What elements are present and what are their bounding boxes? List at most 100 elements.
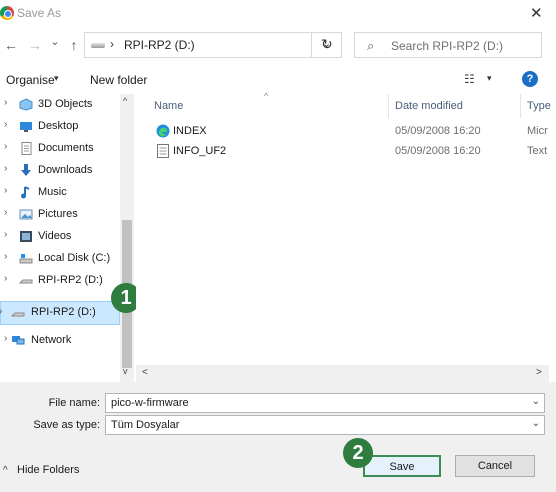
nav-item-label: Pictures bbox=[38, 208, 78, 220]
edge-browser-icon bbox=[156, 124, 170, 138]
file-name-field[interactable]: pico-w-firmware ⌄ bbox=[105, 393, 545, 413]
view-options-icon[interactable]: ☷ bbox=[464, 72, 475, 86]
search-input[interactable]: ⌕ Search RPI-RP2 (D:) bbox=[354, 32, 542, 58]
column-header-type[interactable]: Type bbox=[527, 100, 551, 112]
drive-icon bbox=[91, 43, 105, 48]
file-name-label: File name: bbox=[48, 397, 100, 409]
save-options-panel: File name: pico-w-firmware ⌄ Save as typ… bbox=[0, 382, 556, 492]
cancel-button[interactable]: Cancel bbox=[455, 455, 535, 477]
nav-scrollbar[interactable]: ^ v bbox=[120, 94, 134, 382]
videos-icon bbox=[19, 230, 33, 243]
download-icon bbox=[19, 164, 33, 177]
hide-folders-caret-icon[interactable]: ^ bbox=[3, 465, 8, 476]
chevron-right-icon[interactable]: › bbox=[4, 333, 7, 344]
drive-icon bbox=[10, 307, 25, 320]
file-name-value[interactable]: pico-w-firmware bbox=[111, 397, 189, 409]
hide-folders-button[interactable]: Hide Folders bbox=[17, 464, 79, 476]
dropdown-chevron-icon[interactable]: ⌄ bbox=[532, 396, 540, 407]
save-button[interactable]: Save bbox=[363, 455, 441, 477]
sort-ascending-icon: ^ bbox=[264, 91, 269, 101]
nav-item-rpi-rp2[interactable]: › RPI-RP2 (D:) bbox=[0, 270, 120, 292]
documents-icon bbox=[19, 142, 33, 155]
cube-icon bbox=[19, 98, 33, 111]
chevron-right-icon[interactable]: › bbox=[4, 207, 7, 218]
file-type: Micr bbox=[527, 125, 548, 137]
scroll-right-icon[interactable]: > bbox=[536, 367, 542, 378]
nav-item-label: RPI-RP2 (D:) bbox=[38, 274, 103, 286]
refresh-button[interactable]: ↻ bbox=[311, 32, 341, 58]
chevron-right-icon[interactable]: › bbox=[4, 273, 7, 284]
chrome-app-icon bbox=[0, 6, 14, 20]
help-icon[interactable]: ? bbox=[522, 71, 538, 87]
new-folder-button[interactable]: New folder bbox=[90, 73, 147, 87]
column-header-date-modified[interactable]: Date modified bbox=[395, 100, 463, 112]
file-row[interactable]: INDEX 05/09/2008 16:20 Micr bbox=[136, 122, 556, 142]
horizontal-scrollbar[interactable]: < > bbox=[136, 365, 549, 382]
chevron-right-icon[interactable]: › bbox=[4, 163, 7, 174]
nav-item-label: Documents bbox=[38, 142, 94, 154]
step-2-callout: 2 bbox=[343, 438, 373, 468]
column-divider[interactable] bbox=[388, 94, 389, 118]
breadcrumb-separator-icon: › bbox=[110, 37, 114, 51]
forward-arrow-icon[interactable]: → bbox=[26, 36, 44, 54]
navigation-pane: › 3D Objects › Desktop › Documents › Dow… bbox=[0, 94, 136, 382]
nav-item-label: Network bbox=[31, 334, 72, 346]
scroll-up-icon[interactable]: ^ bbox=[123, 96, 127, 106]
save-as-type-value: Tüm Dosyalar bbox=[111, 419, 180, 431]
nav-item-desktop[interactable]: › Desktop bbox=[0, 116, 120, 138]
nav-item-pictures[interactable]: › Pictures bbox=[0, 204, 120, 226]
save-as-type-label: Save as type: bbox=[33, 419, 100, 431]
expand-chevron-icon[interactable]: › bbox=[0, 306, 2, 317]
nav-item-label: 3D Objects bbox=[38, 98, 93, 110]
file-row[interactable]: INFO_UF2 05/09/2008 16:20 Text bbox=[136, 142, 556, 162]
caret-down-icon[interactable]: ▾ bbox=[487, 73, 492, 84]
address-bar[interactable]: › RPI-RP2 (D:) ⌄ bbox=[84, 32, 342, 58]
nav-item-videos[interactable]: › Videos bbox=[0, 226, 120, 248]
dropdown-chevron-icon[interactable]: ⌄ bbox=[532, 418, 540, 429]
nav-item-label: Videos bbox=[38, 230, 72, 242]
file-name: INFO_UF2 bbox=[173, 145, 227, 157]
file-name: INDEX bbox=[173, 125, 207, 137]
local-disk-icon bbox=[19, 252, 33, 265]
breadcrumb-current[interactable]: RPI-RP2 (D:) bbox=[124, 38, 195, 52]
file-date: 05/09/2008 16:20 bbox=[395, 145, 481, 157]
network-icon bbox=[11, 334, 25, 347]
file-list: Name ^ Date modified Type INDEX 05/09/20… bbox=[136, 91, 556, 382]
command-bar: Organise ▾ New folder ☷ ▾ ? bbox=[0, 68, 556, 92]
chevron-right-icon[interactable]: › bbox=[4, 97, 7, 108]
organise-menu-button[interactable]: Organise bbox=[6, 73, 55, 87]
save-as-type-select[interactable]: Tüm Dosyalar ⌄ bbox=[105, 415, 545, 435]
nav-item-label: RPI-RP2 (D:) bbox=[31, 306, 96, 318]
drive-icon bbox=[18, 274, 33, 287]
chevron-right-icon[interactable]: › bbox=[4, 251, 7, 262]
nav-item-local-disk[interactable]: › Local Disk (C:) bbox=[0, 248, 120, 270]
nav-item-network[interactable]: › Network bbox=[0, 330, 120, 352]
nav-item-downloads[interactable]: › Downloads bbox=[0, 160, 120, 182]
nav-item-label: Music bbox=[38, 186, 67, 198]
nav-item-documents[interactable]: › Documents bbox=[0, 138, 120, 160]
refresh-icon: ↻ bbox=[321, 36, 333, 52]
scroll-left-icon[interactable]: < bbox=[142, 367, 148, 378]
title-bar: Save As ✕ bbox=[0, 0, 556, 28]
nav-item-rpi-rp2-selected[interactable]: › RPI-RP2 (D:) bbox=[0, 301, 120, 325]
column-header-name[interactable]: Name bbox=[154, 100, 183, 112]
chevron-right-icon[interactable]: › bbox=[4, 119, 7, 130]
music-icon bbox=[19, 186, 33, 199]
nav-item-music[interactable]: › Music bbox=[0, 182, 120, 204]
chevron-right-icon[interactable]: › bbox=[4, 141, 7, 152]
chevron-right-icon[interactable]: › bbox=[4, 229, 7, 240]
nav-item-label: Desktop bbox=[38, 120, 79, 132]
column-divider[interactable] bbox=[520, 94, 521, 118]
text-file-icon bbox=[157, 144, 169, 158]
nav-item-3d-objects[interactable]: › 3D Objects bbox=[0, 94, 120, 116]
caret-down-icon: ▾ bbox=[54, 73, 59, 83]
up-arrow-icon[interactable]: ↑ bbox=[65, 36, 83, 54]
back-arrow-icon[interactable]: ← bbox=[2, 36, 20, 54]
search-placeholder: Search RPI-RP2 (D:) bbox=[391, 39, 504, 53]
chevron-right-icon[interactable]: › bbox=[4, 185, 7, 196]
file-date: 05/09/2008 16:20 bbox=[395, 125, 481, 137]
recent-locations-chevron-icon[interactable]: ⌄ bbox=[46, 33, 64, 51]
nav-item-label: Downloads bbox=[38, 164, 93, 176]
scroll-down-icon[interactable]: v bbox=[123, 366, 128, 376]
close-icon[interactable]: ✕ bbox=[530, 4, 543, 22]
